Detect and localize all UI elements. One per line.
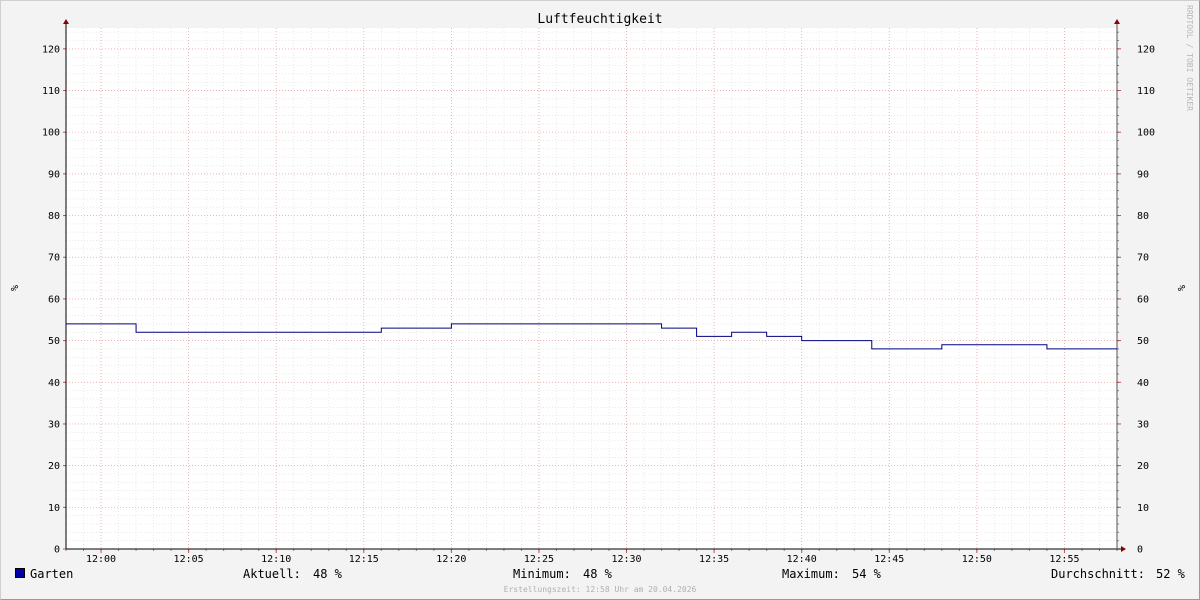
- watermark: RRDTOOL / TOBI OETIKER: [1185, 5, 1194, 111]
- y-axis-label-left: %: [8, 285, 19, 291]
- x-tick-label: 12:00: [86, 554, 116, 565]
- y-tick-label-left: 30: [48, 419, 60, 430]
- y-tick-label-right: 40: [1137, 378, 1149, 389]
- y-axis-arrow-left: [63, 19, 69, 24]
- average-label: Durchschnitt:: [1051, 567, 1145, 581]
- legend-series-name: Garten: [30, 567, 74, 581]
- current-value: 48 %: [313, 567, 342, 581]
- y-tick-label-right: 60: [1137, 294, 1149, 305]
- x-tick-label: 12:50: [962, 554, 992, 565]
- chart-title: Luftfeuchtigkeit: [537, 12, 662, 27]
- x-tick-label: 12:35: [699, 554, 729, 565]
- y-tick-label-left: 60: [48, 294, 60, 305]
- minimum-value: 48 %: [583, 567, 612, 581]
- y-tick-label-right: 70: [1137, 253, 1149, 264]
- y-tick-label-right: 100: [1137, 128, 1155, 139]
- y-tick-label-left: 70: [48, 253, 60, 264]
- legend-swatch-garten: [15, 568, 25, 578]
- y-tick-label-left: 20: [48, 461, 60, 472]
- x-tick-label: 12:20: [436, 554, 466, 565]
- x-tick-label: 12:55: [1049, 554, 1079, 565]
- legend: Garten Aktuell: 48 % Minimum: 48 % Maxim…: [0, 566, 1200, 584]
- y-tick-label-right: 20: [1137, 461, 1149, 472]
- x-tick-label: 12:15: [349, 554, 379, 565]
- y-tick-label-left: 110: [42, 86, 60, 97]
- y-tick-label-left: 100: [42, 128, 60, 139]
- maximum-label: Maximum:: [782, 567, 840, 581]
- current-label: Aktuell:: [243, 567, 301, 581]
- y-tick-label-left: 10: [48, 503, 60, 514]
- humidity-chart: 0 10 20 30 40 50 60 70 80 90 100 110 120 0 10 20 30 40 50…: [8, 5, 1194, 594]
- y-tick-label-left: 50: [48, 336, 60, 347]
- y-tick-label-right: 90: [1137, 169, 1149, 180]
- y-tick-label-left: 0: [54, 545, 60, 556]
- y-tick-label-left: 80: [48, 211, 60, 222]
- x-tick-label: 12:45: [874, 554, 904, 565]
- y-axis-label-right: %: [1175, 285, 1186, 291]
- y-tick-label-right: 80: [1137, 211, 1149, 222]
- y-tick-label-right: 110: [1137, 86, 1155, 97]
- x-axis-labels: 12:00 12:05 12:10 12:15 12:20 12:25 12:30 12:35…: [86, 554, 1080, 565]
- y-tick-label-left: 120: [42, 44, 60, 55]
- y-tick-label-left: 90: [48, 169, 60, 180]
- y-axis-left-labels: 0 10 20 30 40 50 60 70 80 90 100 110 120: [42, 44, 60, 555]
- x-tick-label: 12:10: [261, 554, 291, 565]
- y-tick-label-right: 120: [1137, 44, 1155, 55]
- minimum-label: Minimum:: [513, 567, 571, 581]
- y-tick-label-right: 30: [1137, 419, 1149, 430]
- y-axis-right-labels: 0 10 20 30 40 50 60 70 80 90 100 110 120: [1137, 44, 1155, 555]
- y-tick-label-left: 40: [48, 378, 60, 389]
- average-value: 52 %: [1156, 567, 1185, 581]
- x-tick-label: 12:40: [787, 554, 817, 565]
- creation-time: Erstellungszeit: 12:58 Uhr am 20.04.2026: [504, 585, 697, 594]
- y-tick-label-right: 0: [1137, 545, 1143, 556]
- y-axis-arrow-right: [1114, 19, 1120, 24]
- maximum-value: 54 %: [852, 567, 881, 581]
- x-axis-arrow: [1121, 546, 1126, 552]
- x-tick-label: 12:25: [524, 554, 554, 565]
- y-tick-label-right: 10: [1137, 503, 1149, 514]
- x-tick-label: 12:30: [611, 554, 641, 565]
- y-tick-label-right: 50: [1137, 336, 1149, 347]
- x-tick-label: 12:05: [174, 554, 204, 565]
